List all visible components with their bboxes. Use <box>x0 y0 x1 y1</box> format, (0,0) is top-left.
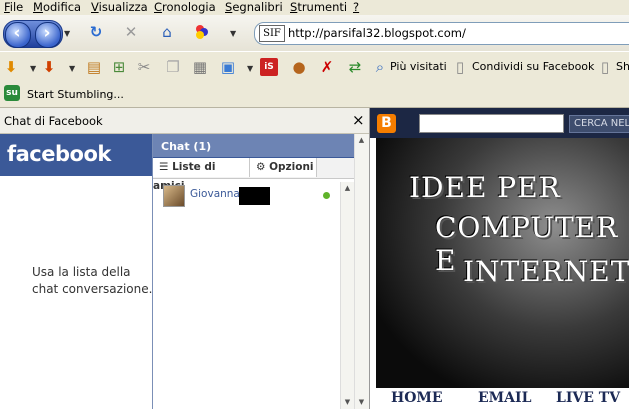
facebook-logo: facebook <box>7 142 111 166</box>
menu-modifica[interactable]: Modifica <box>33 0 81 14</box>
transfer-icon[interactable]: ⇄ <box>346 58 364 76</box>
url-bar[interactable]: SIF http://parsifal32.blogspot.com/ <box>254 22 629 45</box>
blog-nav: HOME EMAIL LIVE TV <box>370 388 629 409</box>
search-blog-button[interactable]: CERCA NEL <box>569 115 629 133</box>
sidebar-scrollbar[interactable]: ▲ ▼ <box>354 134 369 409</box>
download-alt-icon[interactable]: ⬇ <box>40 58 58 76</box>
bookmarks-toolbar: ⬇ ▼ ⬇ ▼ ▤ ⊞ ✂ ❐ ▦ ▣ ▼ iS ● ✗ ⇄ ⌕ Più vis… <box>0 51 629 82</box>
addon-icon[interactable] <box>193 23 211 41</box>
cut-icon[interactable]: ✂ <box>135 58 153 76</box>
blog-title-line3: INTERNET <box>463 255 629 288</box>
bookmark-piu-visitati[interactable]: Più visitati <box>390 60 447 73</box>
back-arrow-icon: ‹ <box>13 23 21 43</box>
stumbleupon-icon[interactable]: su <box>4 85 20 101</box>
web-page: B CERCA NEL IDEE PER COMPUTER E INTERNET… <box>370 108 629 409</box>
chat-scrollbar[interactable]: ▲ ▼ <box>340 182 354 409</box>
blog-search-input[interactable] <box>419 114 564 133</box>
scroll-down-icon[interactable]: ▼ <box>341 396 354 409</box>
gear-icon: ⚙ <box>256 161 266 173</box>
menu-visualizza[interactable]: Visualizza <box>91 0 148 14</box>
scroll-down-icon[interactable]: ▼ <box>355 396 368 409</box>
forward-arrow-icon: › <box>43 23 51 43</box>
scroll-up-icon[interactable]: ▲ <box>341 182 354 195</box>
history-dropdown-icon[interactable]: ▼ <box>64 29 70 38</box>
menu-strumenti[interactable]: Strumenti <box>290 0 347 14</box>
nav-live-tv[interactable]: LIVE TV <box>556 390 620 406</box>
sidebar-title: Chat di Facebook <box>4 114 103 128</box>
nav-email[interactable]: EMAIL <box>478 390 531 406</box>
copy-icon[interactable]: ❐ <box>164 58 182 76</box>
url-text[interactable]: http://parsifal32.blogspot.com/ <box>288 26 466 40</box>
avatar <box>163 185 185 207</box>
bookmark-more[interactable]: Sh <box>616 60 629 73</box>
addon-dropdown-icon[interactable]: ▼ <box>230 29 236 38</box>
reload-icon[interactable]: ↻ <box>87 23 105 41</box>
blog-header-image: IDEE PER COMPUTER E INTERNET <box>376 138 629 388</box>
menu-help[interactable]: ? <box>353 0 359 14</box>
menu-bar: File Modifica Visualizza Cronologia Segn… <box>0 0 629 15</box>
chat-header[interactable]: Chat (1) <box>153 134 354 158</box>
chat-tabs: ☰ Liste di amici ⚙ Opzioni <box>153 158 354 192</box>
menu-segnalibri[interactable]: Segnalibri <box>225 0 283 14</box>
online-status-icon <box>323 192 330 199</box>
list-icon: ☰ <box>159 161 169 173</box>
facebook-sidebar: Chat di Facebook × facebook Usa la lista… <box>0 108 370 409</box>
chat-title: Chat (1) <box>161 140 212 153</box>
navigation-toolbar: ‹ › ▼ ↻ ✕ ⌂ ▼ SIF http://parsifal32.blog… <box>0 15 629 51</box>
bookmark-tool-icon[interactable]: ▤ <box>85 58 103 76</box>
nav-home[interactable]: HOME <box>391 390 443 406</box>
cookie-icon[interactable]: ● <box>290 58 308 76</box>
chat-help-message: Usa la lista della chat conversazione. <box>32 265 153 296</box>
page-icon: ▯ <box>600 58 610 76</box>
bookmark-condividi[interactable]: Condividi su Facebook <box>472 60 594 73</box>
paste-icon[interactable]: ▦ <box>191 58 209 76</box>
redacted-block <box>239 187 270 205</box>
sidebar-header: Chat di Facebook × <box>0 108 369 134</box>
chat-panel: Chat (1) ☰ Liste di amici ⚙ Opzioni Giov… <box>152 134 354 409</box>
home-icon[interactable]: ⌂ <box>158 23 176 41</box>
site-favicon-icon: SIF <box>259 25 285 42</box>
image-dropdown-icon[interactable]: ▼ <box>247 64 253 73</box>
stop-icon[interactable]: ✕ <box>122 23 140 41</box>
image-icon[interactable]: ▣ <box>219 58 237 76</box>
sidebar-close-icon[interactable]: × <box>352 111 365 129</box>
download-dropdown-icon[interactable]: ▼ <box>30 64 36 73</box>
download-icon[interactable]: ⬇ <box>2 58 20 76</box>
is-icon[interactable]: iS <box>260 58 278 76</box>
friend-list-item[interactable]: Giovanna <box>153 182 339 207</box>
download-alt-dropdown-icon[interactable]: ▼ <box>69 64 75 73</box>
back-forward-group: ‹ › <box>3 20 63 48</box>
menu-cronologia[interactable]: Cronologia <box>154 0 216 14</box>
stumble-toolbar: su Start Stumbling... <box>0 81 629 108</box>
blog-title-line1: IDEE PER <box>409 171 561 204</box>
tab-options[interactable]: ⚙ Opzioni <box>250 158 317 177</box>
start-stumbling-button[interactable]: Start Stumbling... <box>27 88 124 101</box>
page-icon: ▯ <box>455 58 465 76</box>
noscript-icon[interactable]: ✗ <box>318 58 336 76</box>
most-visited-icon[interactable]: ⌕ <box>371 58 389 76</box>
blogger-navbar: B CERCA NEL <box>370 108 629 138</box>
add-icon[interactable]: ⊞ <box>110 58 128 76</box>
friend-name: Giovanna <box>190 188 240 200</box>
tab-friend-lists[interactable]: ☰ Liste di amici <box>153 158 250 192</box>
menu-file[interactable]: File <box>4 0 23 14</box>
blogger-logo-icon[interactable]: B <box>377 114 396 133</box>
scroll-up-icon[interactable]: ▲ <box>355 134 368 147</box>
